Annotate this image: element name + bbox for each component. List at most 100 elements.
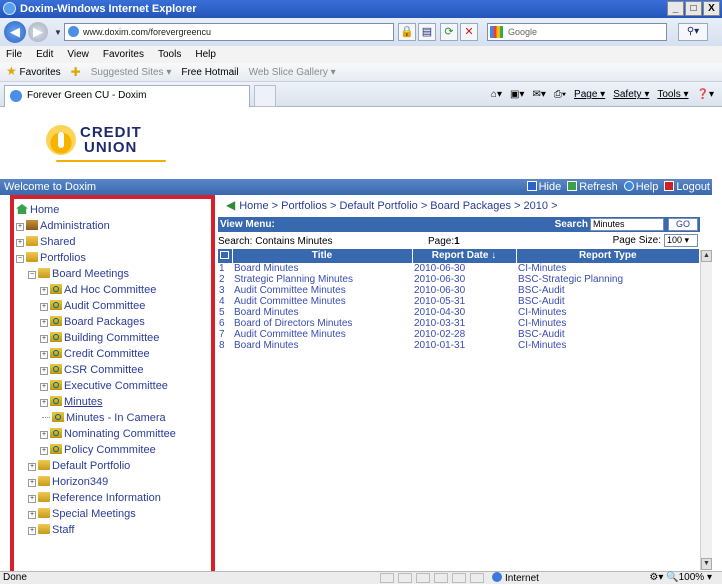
compatibility-icon[interactable]: ▤: [418, 23, 436, 41]
tree-item[interactable]: + Credit Committee: [16, 346, 211, 362]
close-button[interactable]: X: [703, 1, 720, 16]
grid-icon-header[interactable]: [218, 249, 233, 263]
maximize-button[interactable]: □: [685, 1, 702, 16]
browser-tab[interactable]: Forever Green CU - Doxim: [4, 85, 250, 107]
forward-button[interactable]: ▶: [28, 22, 48, 42]
tree-item[interactable]: + Special Meetings: [16, 506, 211, 522]
expand-icon[interactable]: +: [40, 367, 48, 375]
scroll-up-icon[interactable]: ▲: [701, 250, 712, 262]
add-favorite-icon[interactable]: ✚: [71, 63, 81, 82]
help-icon[interactable]: ❓▾: [697, 87, 714, 103]
expand-icon[interactable]: +: [40, 319, 48, 327]
tree-item[interactable]: Home: [16, 202, 211, 218]
report-title[interactable]: Audit Committee Minutes: [232, 285, 412, 296]
expand-icon[interactable]: +: [40, 447, 48, 455]
home-icon[interactable]: ⌂▾: [491, 87, 502, 103]
search-icon[interactable]: ⚲▾: [678, 23, 708, 41]
tree-item[interactable]: + Reference Information: [16, 490, 211, 506]
menu-edit[interactable]: Edit: [36, 46, 53, 63]
report-title[interactable]: Board Minutes: [232, 340, 412, 351]
mail-icon[interactable]: ✉▾: [532, 87, 545, 103]
table-row[interactable]: 5 Board Minutes 2010-04-30 CI-Minutes: [218, 307, 700, 318]
stop-icon[interactable]: ✕: [460, 23, 478, 41]
help-button[interactable]: Help: [623, 179, 658, 195]
expand-icon[interactable]: +: [40, 351, 48, 359]
logout-button[interactable]: Logout: [664, 179, 710, 195]
expand-icon[interactable]: +: [28, 511, 36, 519]
tree-item[interactable]: + Building Committee: [16, 330, 211, 346]
report-title[interactable]: Audit Committee Minutes: [232, 329, 412, 340]
tree-item[interactable]: + Administration: [16, 218, 211, 234]
expand-icon[interactable]: +: [28, 463, 36, 471]
scroll-down-icon[interactable]: ▼: [701, 558, 712, 570]
suggested-sites-link[interactable]: Suggested Sites ▾: [91, 63, 172, 82]
menu-tools[interactable]: Tools: [158, 46, 181, 63]
go-button[interactable]: GO: [668, 218, 698, 231]
table-row[interactable]: 8 Board Minutes 2010-01-31 CI-Minutes: [218, 340, 700, 351]
report-title[interactable]: Board of Directors Minutes: [232, 318, 412, 329]
tree-item[interactable]: + Executive Committee: [16, 378, 211, 394]
refresh-button[interactable]: Refresh: [567, 179, 618, 195]
page-size-select[interactable]: 100 ▾: [664, 234, 698, 247]
refresh-icon[interactable]: ⟳: [440, 23, 458, 41]
new-tab-button[interactable]: [254, 85, 276, 107]
tree-item[interactable]: + CSR Committee: [16, 362, 211, 378]
tree-item[interactable]: + Ad Hoc Committee: [16, 282, 211, 298]
report-title[interactable]: Board Minutes: [232, 263, 412, 274]
vertical-scrollbar[interactable]: ▲ ▼: [700, 250, 712, 570]
print-icon[interactable]: ⎙▾: [554, 87, 566, 103]
expand-icon[interactable]: +: [40, 303, 48, 311]
lock-icon[interactable]: 🔒: [398, 23, 416, 41]
security-zone[interactable]: Internet: [492, 572, 539, 585]
zoom-control[interactable]: ⚙▾ 🔍100% ▾: [649, 572, 712, 584]
page-menu[interactable]: Page ▾: [574, 87, 605, 103]
menu-file[interactable]: File: [6, 46, 22, 63]
table-row[interactable]: 3 Audit Committee Minutes 2010-06-30 BSC-Au…: [218, 285, 700, 296]
tree-item[interactable]: + Nominating Committee: [16, 426, 211, 442]
tree-item[interactable]: + Staff: [16, 522, 211, 538]
table-row[interactable]: 2 Strategic Planning Minutes 2010-06-30 BSC…: [218, 274, 700, 285]
tree-item[interactable]: + Minutes: [16, 394, 211, 410]
tree-item[interactable]: Minutes - In Camera: [16, 410, 211, 426]
expand-icon[interactable]: +: [40, 383, 48, 391]
back-button[interactable]: ◀: [4, 21, 26, 43]
tree-item[interactable]: + Default Portfolio: [16, 458, 211, 474]
collapse-icon[interactable]: −: [16, 255, 24, 263]
tree-item[interactable]: − Portfolios: [16, 250, 211, 266]
table-row[interactable]: 1 Board Minutes 2010-06-30 CI-Minutes: [218, 263, 700, 274]
report-title[interactable]: Board Minutes: [232, 307, 412, 318]
menu-help[interactable]: Help: [195, 46, 216, 63]
tree-item[interactable]: + Audit Committee: [16, 298, 211, 314]
address-input[interactable]: www.doxim.com/forevergreencu: [64, 23, 394, 41]
menu-favorites[interactable]: Favorites: [103, 46, 144, 63]
feeds-icon[interactable]: ▣▾: [510, 87, 524, 103]
report-title[interactable]: Audit Committee Minutes: [232, 296, 412, 307]
view-menu-label[interactable]: View Menu:: [220, 219, 275, 230]
table-row[interactable]: 7 Audit Committee Minutes 2010-02-28 BSC-Au…: [218, 329, 700, 340]
report-type-column-header[interactable]: Report Type: [516, 249, 700, 263]
expand-icon[interactable]: +: [28, 479, 36, 487]
free-hotmail-link[interactable]: Free Hotmail: [181, 63, 238, 82]
hide-button[interactable]: Hide: [526, 179, 561, 195]
minimize-button[interactable]: _: [667, 1, 684, 16]
tree-item[interactable]: + Shared: [16, 234, 211, 250]
web-slice-gallery-link[interactable]: Web Slice Gallery ▾: [249, 63, 336, 82]
search-input[interactable]: Google: [487, 23, 667, 41]
back-arrow-icon[interactable]: ◀: [226, 198, 235, 212]
favorites-button[interactable]: ★ Favorites: [6, 62, 61, 82]
table-row[interactable]: 4 Audit Committee Minutes 2010-05-31 BSC-Au…: [218, 296, 700, 307]
breadcrumb-path[interactable]: Home > Portfolios > Default Portfolio > …: [239, 200, 557, 212]
tree-item[interactable]: + Policy Commmitee: [16, 442, 211, 458]
expand-icon[interactable]: +: [40, 287, 48, 295]
expand-icon[interactable]: +: [28, 495, 36, 503]
tree-item[interactable]: + Horizon349: [16, 474, 211, 490]
expand-icon[interactable]: +: [40, 431, 48, 439]
report-date-column-header[interactable]: Report Date ↓: [412, 249, 517, 263]
expand-icon[interactable]: +: [40, 335, 48, 343]
table-row[interactable]: 6 Board of Directors Minutes 2010-03-31 CI-…: [218, 318, 700, 329]
tree-item[interactable]: + Board Packages: [16, 314, 211, 330]
tools-menu[interactable]: Tools ▾: [657, 87, 688, 103]
safety-menu[interactable]: Safety ▾: [613, 87, 649, 103]
menu-view[interactable]: View: [67, 46, 89, 63]
title-column-header[interactable]: Title: [232, 249, 413, 263]
